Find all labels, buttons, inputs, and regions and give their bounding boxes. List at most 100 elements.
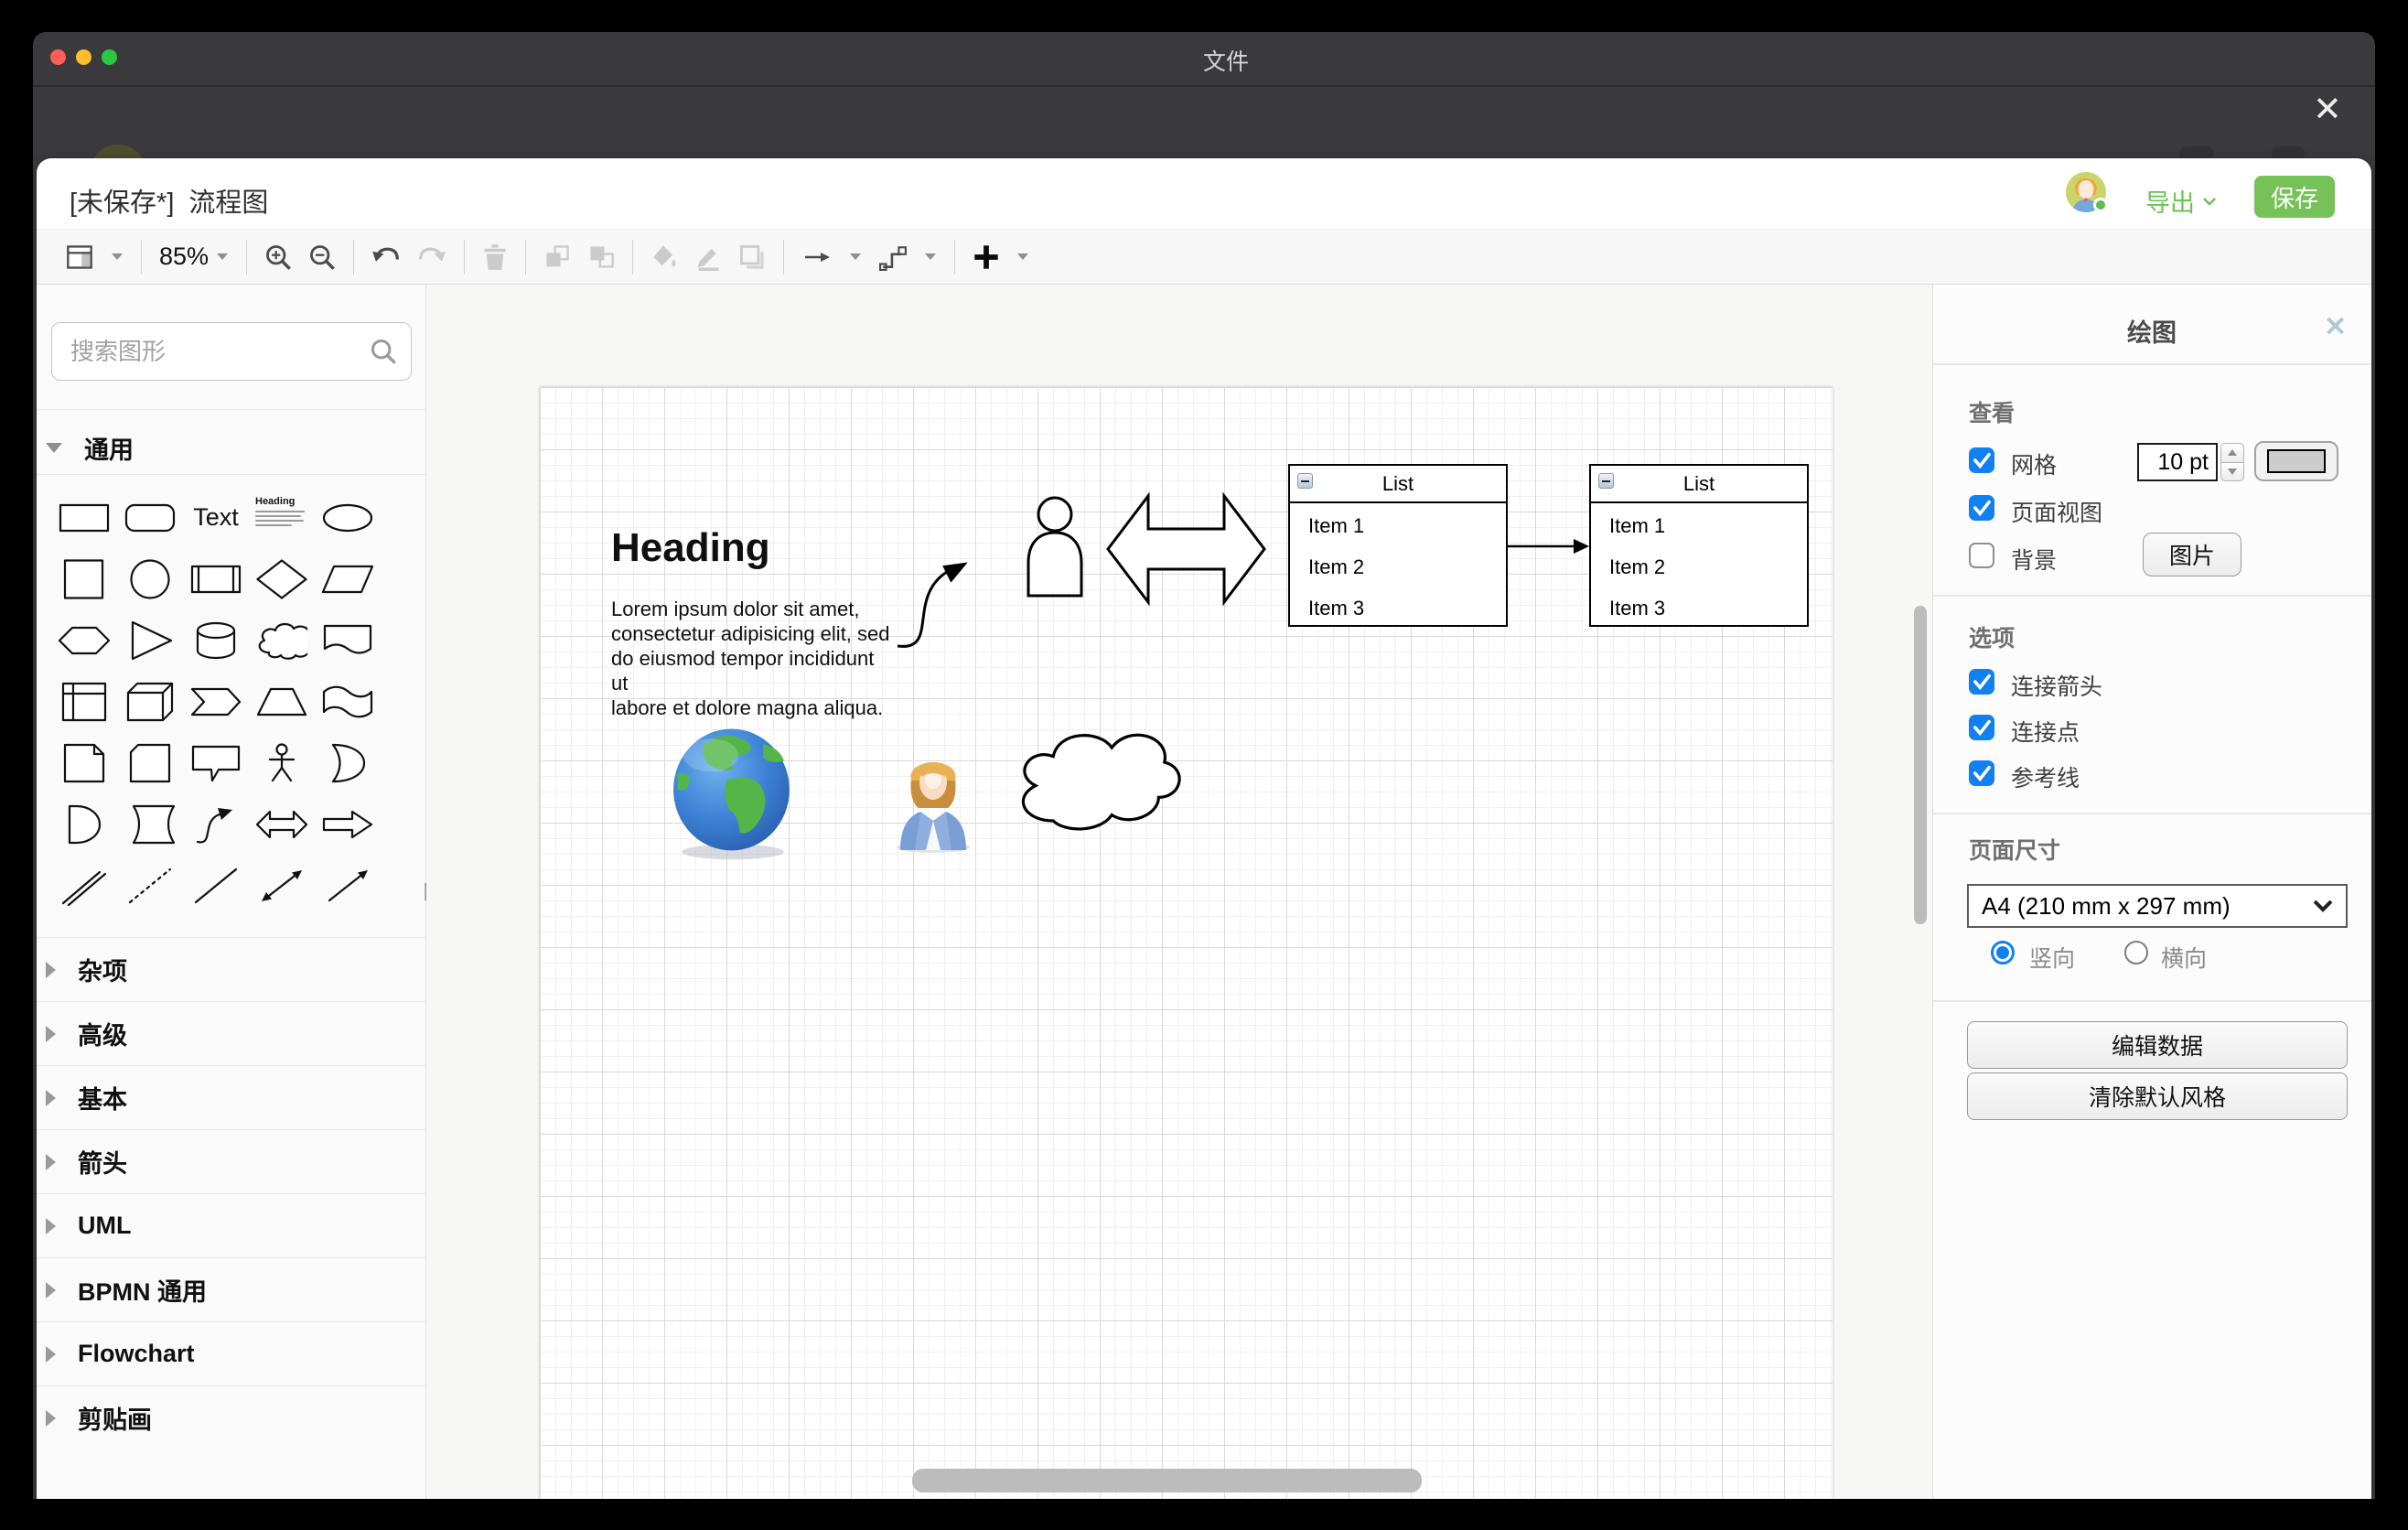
palette-shape-link[interactable] <box>51 855 117 916</box>
palette-shape-textbox[interactable]: Heading <box>249 487 315 548</box>
palette-shape-note[interactable] <box>51 732 117 793</box>
palette-shape-actor[interactable] <box>249 732 315 793</box>
palette-shape-directional-arrow[interactable] <box>315 855 381 916</box>
canvas-paragraph-text[interactable]: Lorem ipsum dolor sit amet, consectetur … <box>611 597 895 720</box>
traffic-light-minimize-icon[interactable] <box>76 49 91 65</box>
grid-size-stepper[interactable] <box>2220 443 2244 481</box>
clear-default-style-button[interactable]: 清除默认风格 <box>1967 1072 2348 1120</box>
format-panel-close-icon[interactable]: ✕ <box>2324 311 2347 343</box>
canvas-list-shape[interactable]: List Item 1 Item 2 Item 3 <box>1589 464 1809 627</box>
palette-shape-circle[interactable] <box>117 548 183 609</box>
grid-checkbox[interactable] <box>1969 447 1994 473</box>
insert-caret-icon[interactable] <box>1008 237 1037 277</box>
sidebar-section-advanced[interactable]: 高级 <box>37 1001 425 1065</box>
portrait-radio[interactable] <box>1991 941 2015 964</box>
sidebar-section-clipart[interactable]: 剪贴画 <box>37 1385 425 1449</box>
canvas-heading-text[interactable]: Heading <box>611 525 770 571</box>
view-layout-button[interactable] <box>57 237 102 277</box>
page-size-select[interactable]: A4 (210 mm x 297 mm) <box>1967 884 2348 928</box>
palette-shape-bidirectional-thin-arrow[interactable] <box>249 855 315 916</box>
palette-shape-rounded-rectangle[interactable] <box>117 487 183 548</box>
collapse-icon[interactable] <box>1297 473 1313 489</box>
sidebar-section-arrows[interactable]: 箭头 <box>37 1129 425 1193</box>
palette-shape-diamond[interactable] <box>249 548 315 609</box>
canvas-woman-image[interactable] <box>887 746 979 854</box>
palette-shape-square[interactable] <box>51 548 117 609</box>
palette-shape-card[interactable] <box>117 732 183 793</box>
palette-shape-bidirectional-arrow[interactable] <box>249 793 315 855</box>
palette-shape-tape[interactable] <box>315 671 381 732</box>
to-front-icon[interactable] <box>535 237 579 277</box>
background-checkbox[interactable] <box>1969 543 1994 568</box>
list-item[interactable]: Item 1 <box>1591 505 1807 546</box>
sidebar-section-flowchart[interactable]: Flowchart <box>37 1321 425 1385</box>
list-item[interactable]: Item 3 <box>1591 587 1807 629</box>
connection-arrows-checkbox[interactable] <box>1969 669 1994 695</box>
landscape-radio[interactable] <box>2124 941 2148 964</box>
save-button[interactable]: 保存 <box>2254 176 2335 218</box>
traffic-light-zoom-icon[interactable] <box>102 49 117 65</box>
search-input[interactable] <box>51 322 412 381</box>
traffic-light-close-icon[interactable] <box>50 49 66 65</box>
palette-shape-document[interactable] <box>315 609 381 671</box>
zoom-in-icon[interactable] <box>256 237 300 277</box>
list-item[interactable]: Item 2 <box>1591 546 1807 587</box>
palette-shape-line[interactable] <box>183 855 249 916</box>
guides-checkbox[interactable] <box>1969 760 1994 786</box>
page-view-checkbox[interactable] <box>1969 495 1994 521</box>
palette-shape-or[interactable] <box>315 732 381 793</box>
close-icon[interactable]: ✕ <box>2313 92 2342 127</box>
zoom-level-button[interactable]: 85% <box>151 237 237 277</box>
palette-shape-dotted-line[interactable] <box>117 855 183 916</box>
canvas-curve-arrow[interactable] <box>892 547 993 652</box>
insert-icon[interactable] <box>964 237 1008 277</box>
horizontal-scrollbar[interactable] <box>912 1469 1422 1492</box>
stepper-up-icon[interactable] <box>2220 443 2244 463</box>
collapse-icon[interactable] <box>1598 473 1614 489</box>
to-back-icon[interactable] <box>579 237 623 277</box>
palette-shape-parallelogram[interactable] <box>315 548 381 609</box>
sidebar-section-general[interactable]: 通用 <box>46 421 425 474</box>
connection-points-checkbox[interactable] <box>1969 715 1994 740</box>
canvas-person-shape[interactable] <box>1025 495 1085 598</box>
waypoint-style-button[interactable] <box>870 237 916 277</box>
palette-shape-process[interactable] <box>183 548 249 609</box>
fill-color-icon[interactable] <box>642 237 686 277</box>
delete-icon[interactable] <box>474 237 516 277</box>
edit-data-button[interactable]: 编辑数据 <box>1967 1021 2348 1069</box>
palette-shape-hexagon[interactable] <box>51 609 117 671</box>
palette-shape-curve[interactable] <box>183 793 249 855</box>
palette-shape-triangle[interactable] <box>117 609 183 671</box>
sidebar-section-basic[interactable]: 基本 <box>37 1065 425 1129</box>
sidebar-section-misc[interactable]: 杂项 <box>37 937 425 1001</box>
palette-shape-cylinder[interactable] <box>183 609 249 671</box>
palette-shape-cube[interactable] <box>117 671 183 732</box>
canvas-double-arrow-shape[interactable] <box>1106 480 1266 618</box>
palette-shape-internal-storage[interactable] <box>51 671 117 732</box>
palette-shape-trapezoid[interactable] <box>249 671 315 732</box>
undo-icon[interactable] <box>363 237 409 277</box>
list-item[interactable]: Item 1 <box>1290 505 1506 546</box>
connection-caret-icon[interactable] <box>841 237 870 277</box>
canvas-connector-arrow[interactable] <box>1508 537 1589 555</box>
stepper-down-icon[interactable] <box>2220 463 2244 482</box>
canvas-globe-image[interactable] <box>666 725 805 860</box>
background-image-button[interactable]: 图片 <box>2143 533 2241 576</box>
connection-arrow-button[interactable] <box>793 237 841 277</box>
waypoint-caret-icon[interactable] <box>916 237 945 277</box>
canvas-list-shape[interactable]: List Item 1 Item 2 Item 3 <box>1288 464 1508 627</box>
palette-shape-cloud[interactable] <box>249 609 315 671</box>
palette-shape-ellipse[interactable] <box>315 487 381 548</box>
palette-shape-data-storage[interactable] <box>117 793 183 855</box>
palette-shape-and[interactable] <box>51 793 117 855</box>
palette-shape-rectangle[interactable] <box>51 487 117 548</box>
line-color-icon[interactable] <box>686 237 730 277</box>
shadow-icon[interactable] <box>730 237 774 277</box>
sidebar-section-bpmn-general[interactable]: BPMN 通用 <box>37 1257 425 1321</box>
zoom-out-icon[interactable] <box>300 237 344 277</box>
palette-shape-arrow[interactable] <box>315 793 381 855</box>
canvas-cloud-shape[interactable] <box>1006 718 1182 835</box>
export-button[interactable]: 导出 <box>2145 183 2217 219</box>
redo-icon[interactable] <box>409 237 455 277</box>
sidebar-section-uml[interactable]: UML <box>37 1193 425 1257</box>
